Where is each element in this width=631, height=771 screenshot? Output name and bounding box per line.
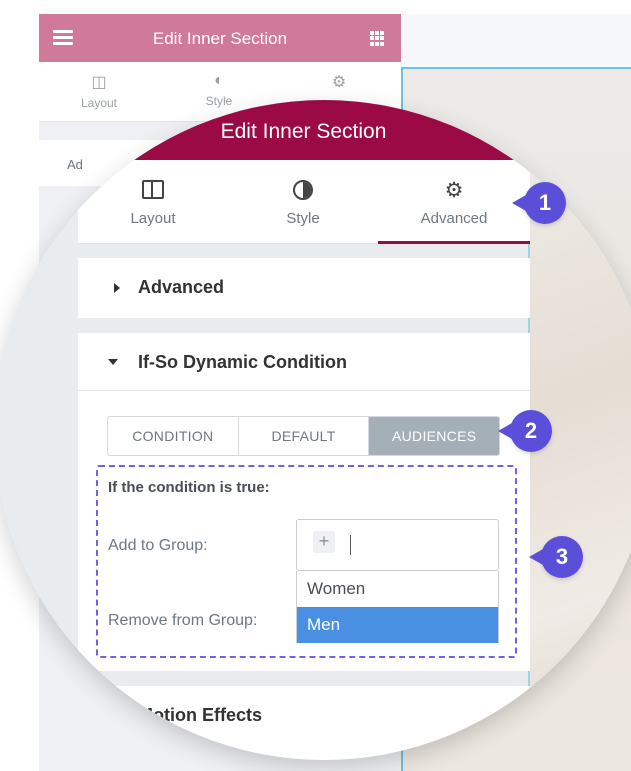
background-tab-advanced[interactable]: ⚙	[279, 72, 399, 96]
condition-label: If the condition is true:	[108, 479, 270, 496]
callout-badge-2: 2	[498, 410, 552, 452]
layout-icon: ◫	[91, 74, 107, 91]
gear-icon: ⚙	[444, 179, 464, 202]
screenshot-stage: Edit Inner Section ◫ Layout ◐ Style ⚙ Ad…	[0, 0, 631, 771]
segment-audiences[interactable]: AUDIENCES	[369, 417, 499, 455]
canvas-top-bar	[401, 14, 631, 67]
option-men[interactable]: Men	[297, 607, 498, 643]
tab-layout[interactable]: Layout	[78, 160, 228, 244]
layout-icon	[142, 180, 164, 199]
gear-icon: ⚙	[331, 74, 347, 91]
panel-title: Edit Inner Section	[220, 120, 387, 143]
tab-advanced[interactable]: ⚙ Advanced	[378, 160, 530, 244]
caret-right-icon	[114, 283, 120, 293]
panel-tabs: Layout Style ⚙ Advanced	[78, 160, 530, 244]
group-dropdown: Women Men	[296, 571, 499, 643]
style-icon	[293, 180, 313, 200]
section-advanced-title: Advanced	[138, 277, 225, 297]
option-women[interactable]: Women	[297, 571, 498, 607]
segment-control: CONDITION DEFAULT AUDIENCES	[107, 416, 500, 456]
add-group-input[interactable]: +	[296, 519, 499, 571]
background-header: Edit Inner Section	[39, 14, 401, 62]
remove-group-label: Remove from Group:	[108, 612, 258, 629]
add-group-label: Add to Group:	[108, 537, 208, 554]
section-advanced[interactable]: Advanced	[78, 258, 530, 318]
segment-default[interactable]: DEFAULT	[238, 417, 370, 455]
text-cursor	[350, 535, 351, 555]
caret-down-icon	[108, 359, 118, 365]
section-dynamic-header[interactable]: If-So Dynamic Condition	[78, 333, 530, 391]
callout-badge-3: 3	[529, 536, 583, 578]
style-icon: ◐	[214, 72, 224, 89]
section-motion[interactable]: Motion Effects	[78, 686, 530, 760]
plus-icon[interactable]: +	[313, 531, 335, 553]
callout-badge-1: 1	[512, 182, 566, 224]
tab-style[interactable]: Style	[228, 160, 378, 244]
section-motion-title: Motion Effects	[138, 705, 262, 725]
section-dynamic-title: If-So Dynamic Condition	[138, 352, 347, 372]
background-header-title: Edit Inner Section	[152, 29, 288, 48]
segment-condition[interactable]: CONDITION	[108, 417, 239, 455]
apps-grid-icon[interactable]	[370, 31, 385, 46]
